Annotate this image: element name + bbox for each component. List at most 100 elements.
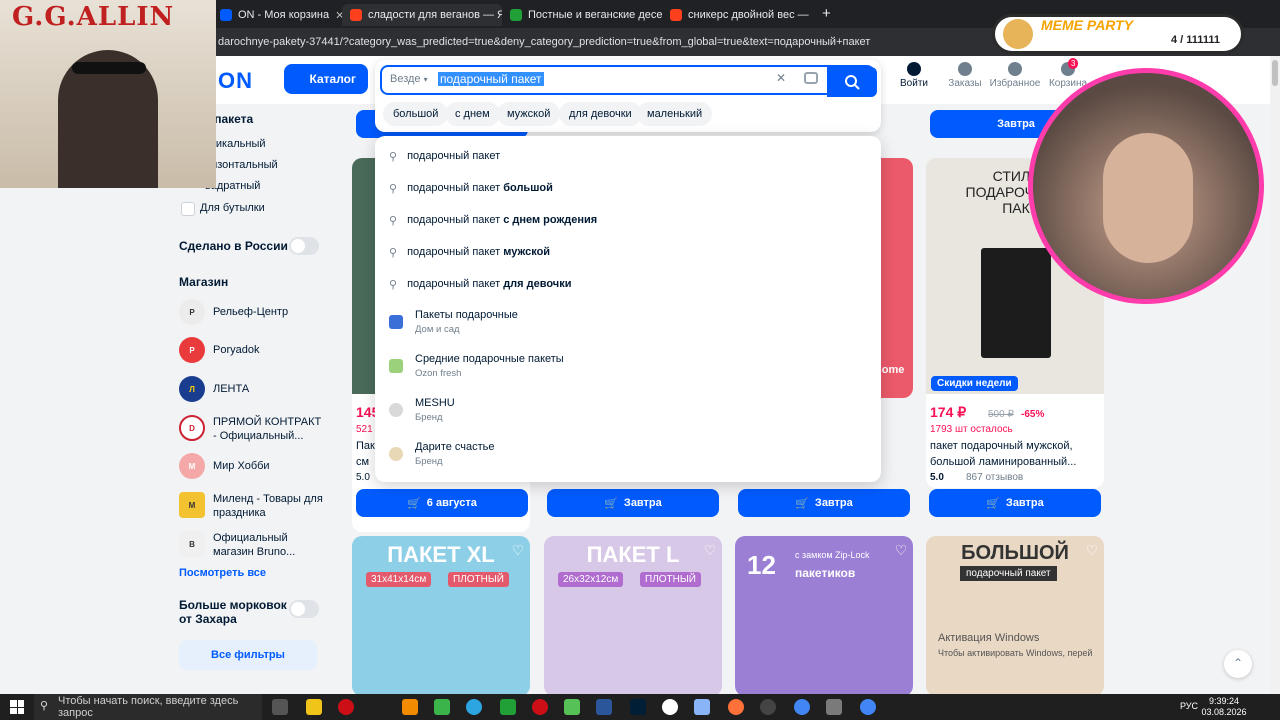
suggestion-item[interactable]: ⚲ подарочный пакет для девочки — [389, 272, 571, 296]
search-chip[interactable]: для девочки — [559, 102, 642, 126]
favorites-label: Избранное — [989, 78, 1041, 89]
app-icon[interactable] — [500, 699, 516, 715]
made-in-russia-label: Сделано в России — [179, 239, 288, 253]
shop-name: Мир Хобби — [213, 460, 270, 472]
product-card[interactable]: ПАКЕТ XL 31x41x14см ПЛОТНЫЙ ♡ — [352, 536, 530, 694]
delivery-button[interactable]: 🛒 Завтра — [929, 489, 1101, 517]
search-chip[interactable]: с днем — [445, 102, 500, 126]
word-icon[interactable] — [596, 699, 612, 715]
camera-icon[interactable] — [804, 72, 818, 84]
app-icon[interactable] — [434, 699, 450, 715]
favorite-heart-icon[interactable]: ♡ — [1084, 542, 1100, 558]
meme-counter: 4 / 111111 — [1171, 34, 1220, 46]
browser-tab[interactable]: сладости для веганов — Янде ✕ — [342, 4, 502, 26]
product-tag: ПЛОТНЫЙ — [640, 572, 701, 587]
search-suggestions: ⚲ подарочный пакет ⚲ подарочный пакет бо… — [375, 136, 881, 482]
favorite-heart-icon[interactable]: ♡ — [893, 542, 909, 558]
shop-logo-icon: Л — [179, 376, 205, 402]
search-chip[interactable]: маленький — [637, 102, 713, 126]
brand-icon — [389, 403, 403, 417]
delivery-button[interactable]: 🛒 6 августа — [356, 489, 528, 517]
search-button[interactable] — [827, 67, 877, 97]
opera-icon[interactable] — [338, 699, 354, 715]
favorites-button[interactable]: Избранное — [987, 62, 1043, 89]
yandex-browser-icon[interactable] — [662, 699, 678, 715]
clear-icon[interactable]: ✕ — [776, 71, 786, 85]
file-explorer-icon[interactable] — [306, 699, 322, 715]
product-card[interactable]: БОЛЬШОЙ подарочный пакет ♡ Активация Win… — [926, 536, 1104, 694]
brand-suggestion[interactable]: MESHU Бренд — [389, 390, 455, 430]
chrome-icon[interactable] — [860, 699, 876, 715]
scroll-up-button[interactable]: ⌃ — [1224, 650, 1252, 678]
browser-tab[interactable]: сникерс двойной вес — Янде ✕ — [662, 4, 812, 26]
cart-icon: 🛒 — [795, 497, 809, 510]
login-button[interactable]: Войти — [886, 62, 942, 89]
app-icon[interactable] — [826, 699, 842, 715]
browser-tab[interactable]: ON - Моя корзина ✕ — [212, 4, 342, 26]
brand-suggestion[interactable]: Дарите счастье Бренд — [389, 434, 495, 474]
close-icon[interactable]: ✕ — [335, 9, 342, 22]
shop-logo-icon: М — [179, 492, 205, 518]
category-suggestion[interactable]: Средние подарочные пакеты Ozon fresh — [389, 346, 564, 386]
delivery-button[interactable]: 🛒 Завтра — [738, 489, 910, 517]
favorite-heart-icon[interactable]: ♡ — [510, 542, 526, 558]
obs-icon[interactable] — [760, 699, 776, 715]
all-filters-button[interactable]: Все фильтры — [179, 640, 317, 670]
firefox-icon[interactable] — [728, 699, 744, 715]
delivery-button[interactable]: 🛒 Завтра — [547, 489, 719, 517]
product-card[interactable]: ПАКЕТ L 26x32x12см ПЛОТНЫЙ ♡ — [544, 536, 722, 694]
search-icon: ⚲ — [389, 150, 398, 163]
suggestion-item[interactable]: ⚲ подарочный пакет с днем рождения — [389, 208, 597, 232]
category-suggestion[interactable]: Пакеты подарочные Дом и сад — [389, 302, 518, 342]
meme-party-widget: MEME PARTY 4 / 111111 — [992, 14, 1244, 54]
search-scope-select[interactable]: Везде ▾ — [390, 73, 428, 85]
search-chip[interactable]: большой — [383, 102, 449, 126]
person-image — [1103, 133, 1193, 263]
orders-button[interactable]: Заказы — [937, 62, 993, 89]
product-size: 26x32x12см — [558, 572, 624, 587]
made-in-russia-toggle[interactable] — [289, 237, 319, 255]
photoshop-icon[interactable] — [630, 699, 646, 715]
opera-gx-icon[interactable] — [532, 699, 548, 715]
suggestion-item[interactable]: ⚲ подарочный пакет мужской — [389, 240, 550, 264]
product-discount: -65% — [1021, 409, 1045, 420]
chrome-icon[interactable] — [794, 699, 810, 715]
clock[interactable]: 9:39:24 03.08.2026 — [1200, 696, 1248, 718]
telegram-icon[interactable] — [466, 699, 482, 715]
product-subtitle: подарочный пакет — [960, 566, 1057, 581]
product-subtitle: с замком Zip-Lock — [795, 550, 870, 560]
shop-name: Рельеф-Центр — [213, 306, 289, 318]
shop-name: Официальный магазин Bruno... — [213, 532, 296, 558]
checkbox[interactable] — [181, 202, 195, 216]
filter-option[interactable]: Для бутылки — [200, 202, 265, 214]
app-icon[interactable] — [694, 699, 710, 715]
suggestion-item[interactable]: ⚲ подарочный пакет — [389, 144, 500, 168]
carrot-toggle[interactable] — [289, 600, 319, 618]
language-indicator[interactable]: РУС — [1180, 701, 1198, 711]
see-all-shops-link[interactable]: Посмотреть все — [179, 567, 266, 579]
search-chip[interactable]: мужской — [497, 102, 561, 126]
vlc-icon[interactable] — [402, 699, 418, 715]
product-image-title: ПАКЕТ XL — [387, 542, 495, 567]
ozon-logo[interactable]: ON — [218, 68, 253, 94]
bag-image — [981, 248, 1051, 358]
page-scrollbar[interactable] — [1270, 56, 1280, 694]
product-name: Пак — [356, 440, 375, 452]
task-view-icon[interactable] — [272, 699, 288, 715]
windows-start-icon[interactable] — [10, 700, 24, 714]
catalog-button[interactable]: Каталог — [284, 64, 368, 94]
app-icon[interactable] — [564, 699, 580, 715]
favorite-heart-icon[interactable]: ♡ — [702, 542, 718, 558]
chevron-down-icon: ▾ — [423, 75, 428, 84]
browser-tab[interactable]: Постные и веганские десерты ✕ — [502, 4, 662, 26]
streamer-webcam-overlay: G.G.ALLIN — [0, 0, 216, 188]
windows-activation-sub: Чтобы активировать Windows, перей — [938, 648, 1093, 658]
new-tab-button[interactable]: + — [822, 5, 831, 22]
shop-name: Poryadok — [213, 344, 260, 356]
product-card[interactable]: 12 с замком Zip-Lock пакетиков ♡ — [735, 536, 913, 694]
suggestion-item[interactable]: ⚲ подарочный пакет большой — [389, 176, 553, 200]
taskbar-search[interactable]: ⚲ Чтобы начать поиск, введите здесь запр… — [34, 694, 262, 720]
search-input[interactable]: подарочный пакет — [438, 72, 544, 86]
product-old-price: 500 ₽ — [988, 409, 1014, 420]
cart-badge: 3 — [1068, 58, 1079, 69]
